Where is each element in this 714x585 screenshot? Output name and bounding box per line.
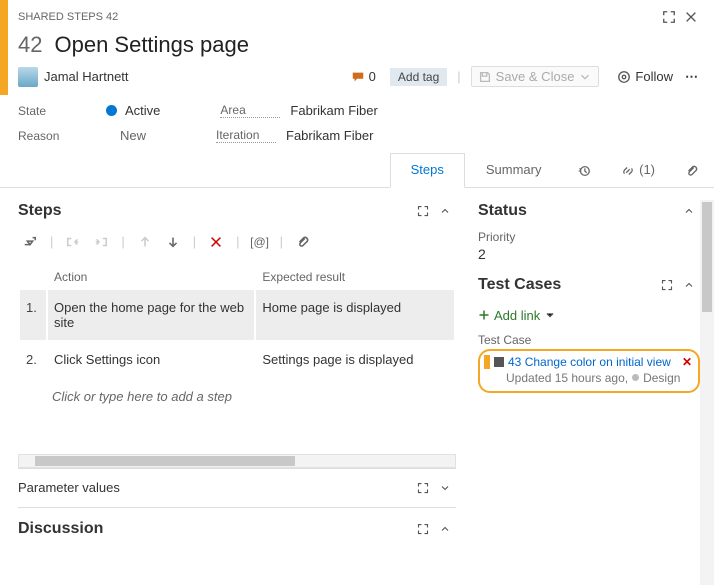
params-button[interactable]: [@] <box>248 230 272 254</box>
state-label: State <box>18 104 78 118</box>
area-value[interactable]: Fabrikam Fiber <box>290 103 377 118</box>
testcase-card[interactable]: 43 Change color on initial view ✕ Update… <box>478 349 700 393</box>
move-up-button <box>133 230 157 254</box>
more-actions-icon[interactable]: ⋯ <box>685 69 700 85</box>
priority-value[interactable]: 2 <box>478 246 700 262</box>
discussion-count: 0 <box>369 69 376 84</box>
status-title: Status <box>478 202 527 220</box>
tab-attachments[interactable] <box>670 153 714 187</box>
testcase-color-bar <box>484 355 490 369</box>
close-icon[interactable] <box>680 6 702 28</box>
fullscreen-icon[interactable] <box>412 518 434 540</box>
page-title[interactable]: Open Settings page <box>54 32 248 58</box>
follow-label: Follow <box>635 69 673 84</box>
step-expected[interactable]: Home page is displayed <box>256 290 454 340</box>
discussion-icon[interactable] <box>351 70 367 84</box>
reason-label: Reason <box>18 129 78 143</box>
tab-history[interactable] <box>562 153 606 187</box>
add-link-label: Add link <box>494 308 540 323</box>
indent-button <box>89 230 113 254</box>
remove-link-icon[interactable]: ✕ <box>682 355 692 369</box>
collapse-icon[interactable] <box>434 200 456 222</box>
step-num: 2. <box>20 342 46 377</box>
testcase-type-icon <box>494 357 504 367</box>
steps-toolbar: | | | | [@] | <box>18 230 456 254</box>
step-action[interactable]: Open the home page for the web site <box>48 290 254 340</box>
expand-icon[interactable] <box>434 477 456 499</box>
iteration-value[interactable]: Fabrikam Fiber <box>286 128 373 143</box>
parameter-values-header[interactable]: Parameter values <box>18 480 120 495</box>
testcase-link[interactable]: Change color on initial view <box>525 355 671 369</box>
testcase-updated: Updated 15 hours ago, <box>506 371 628 385</box>
collapse-icon[interactable] <box>678 274 700 296</box>
step-row[interactable]: 1. Open the home page for the web site H… <box>20 290 454 340</box>
fullscreen-icon[interactable] <box>412 477 434 499</box>
col-action: Action <box>48 266 254 288</box>
state-dot-icon <box>632 374 639 381</box>
h-scrollbar[interactable] <box>18 454 456 468</box>
fullscreen-icon[interactable] <box>412 200 434 222</box>
testcases-title: Test Cases <box>478 276 561 294</box>
breadcrumb: SHARED STEPS 42 <box>18 11 118 23</box>
insert-step-button[interactable] <box>18 230 42 254</box>
save-close-label: Save & Close <box>496 69 575 84</box>
col-expected: Expected result <box>256 266 454 288</box>
attach-button[interactable] <box>291 230 315 254</box>
state-bullet <box>106 105 117 116</box>
step-num: 1. <box>20 290 46 340</box>
step-action[interactable]: Click Settings icon <box>48 342 254 377</box>
assignee[interactable]: Jamal Hartnett <box>44 69 129 84</box>
step-expected[interactable]: Settings page is displayed <box>256 342 454 377</box>
fullscreen-icon[interactable] <box>656 274 678 296</box>
tab-summary[interactable]: Summary <box>465 153 563 187</box>
save-close-button[interactable]: Save & Close <box>471 66 600 87</box>
area-label: Area <box>220 103 280 118</box>
collapse-icon[interactable] <box>434 518 456 540</box>
avatar <box>18 67 38 87</box>
maximize-icon[interactable] <box>658 6 680 28</box>
tab-links[interactable]: (1) <box>606 153 670 187</box>
reason-value[interactable]: New <box>120 128 146 143</box>
testcase-id[interactable]: 43 <box>508 355 521 369</box>
discussion-title: Discussion <box>18 520 103 538</box>
delete-step-button[interactable] <box>204 230 228 254</box>
testcase-label: Test Case <box>478 333 700 347</box>
tab-links-count: (1) <box>639 162 655 177</box>
tab-steps[interactable]: Steps <box>390 153 465 188</box>
step-row[interactable]: 2. Click Settings icon Settings page is … <box>20 342 454 377</box>
collapse-icon[interactable] <box>678 200 700 222</box>
move-down-button[interactable] <box>161 230 185 254</box>
work-item-id: 42 <box>18 32 42 58</box>
state-value[interactable]: Active <box>125 103 160 118</box>
iteration-label: Iteration <box>216 128 276 143</box>
add-tag-button[interactable]: Add tag <box>390 68 447 86</box>
testcase-state: Design <box>643 371 680 385</box>
outdent-button <box>61 230 85 254</box>
add-step-placeholder[interactable]: Click or type here to add a step <box>18 379 456 414</box>
add-link-button[interactable]: Add link <box>478 308 556 323</box>
priority-label: Priority <box>478 230 700 244</box>
steps-title: Steps <box>18 202 62 220</box>
follow-button[interactable]: Follow <box>617 69 673 84</box>
